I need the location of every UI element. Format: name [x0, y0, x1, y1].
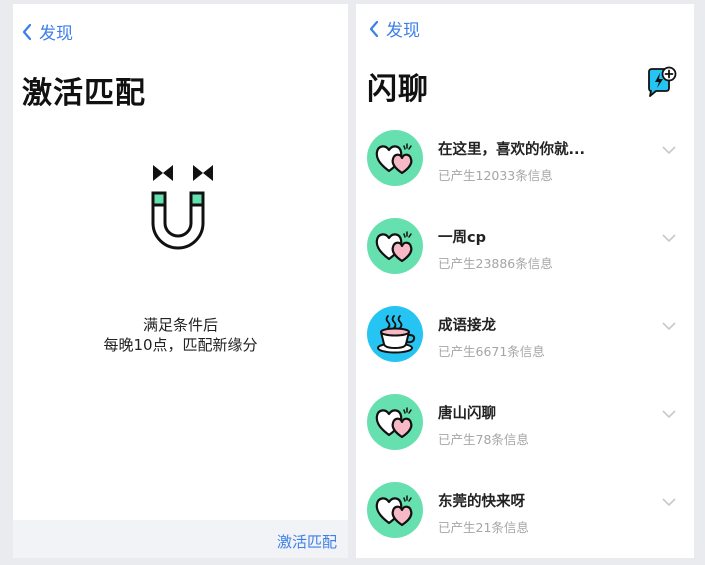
- back-button[interactable]: 发现: [22, 19, 73, 44]
- list-item[interactable]: 唐山闪聊 已产生78条信息: [356, 390, 694, 478]
- tea-cup-icon: [377, 315, 416, 354]
- item-title: 一周cp: [438, 230, 486, 246]
- chevron-down-icon[interactable]: [662, 145, 676, 155]
- back-button[interactable]: 发现: [369, 16, 420, 41]
- item-message-count: 已产生21条信息: [438, 520, 529, 535]
- list-item[interactable]: 成语接龙 已产生6671条信息: [356, 302, 694, 390]
- item-title: 在这里，喜欢的你就...: [438, 142, 586, 158]
- magnet-icon: [151, 165, 213, 250]
- hearts-icon: [375, 495, 413, 527]
- item-message-count: 已产生12033条信息: [438, 168, 553, 183]
- page-title: 闪聊: [367, 72, 429, 107]
- item-message-count: 已产生23886条信息: [438, 256, 553, 271]
- new-flash-chat-icon[interactable]: [645, 66, 677, 98]
- back-label: 发现: [39, 24, 73, 44]
- bottom-bar: 激活匹配: [13, 520, 348, 558]
- activate-match-button[interactable]: 激活匹配: [277, 531, 337, 552]
- item-message-count: 已产生6671条信息: [438, 344, 545, 359]
- list-item[interactable]: 一周cp 已产生23886条信息: [356, 214, 694, 302]
- list-item[interactable]: 东莞的快来呀 已产生21条信息: [356, 478, 694, 558]
- chevron-left-icon: [22, 23, 32, 40]
- hint-line-2: 每晚10点，匹配新缘分: [103, 336, 258, 354]
- chevron-left-icon: [369, 20, 379, 37]
- hearts-icon: [375, 143, 413, 175]
- chat-room-list: 在这里，喜欢的你就... 已产生12033条信息 一周cp 已产生23886条信…: [356, 126, 694, 558]
- chevron-down-icon[interactable]: [662, 409, 676, 419]
- avatar: [367, 218, 423, 274]
- hint-line-1: 满足条件后: [142, 316, 218, 334]
- chevron-down-icon[interactable]: [662, 321, 676, 331]
- item-title: 东莞的快来呀: [438, 494, 525, 510]
- flash-chat-screen: 发现 闪聊 在这里，喜欢的你就... 已产生12033条信息 一周cp 已产生2…: [356, 4, 694, 558]
- back-label: 发现: [386, 21, 420, 41]
- avatar: [367, 482, 423, 538]
- hearts-icon: [375, 407, 413, 439]
- hearts-icon: [375, 231, 413, 263]
- match-activation-screen: 发现 激活匹配 满足条件后 每晚10点，匹配新缘分 激活匹配: [13, 4, 348, 558]
- avatar: [367, 394, 423, 450]
- match-hint: 满足条件后 每晚10点，匹配新缘分: [13, 315, 348, 355]
- list-item[interactable]: 在这里，喜欢的你就... 已产生12033条信息: [356, 126, 694, 214]
- page-title: 激活匹配: [22, 76, 146, 111]
- item-title: 唐山闪聊: [438, 406, 496, 422]
- chevron-down-icon[interactable]: [662, 233, 676, 243]
- avatar: [367, 306, 423, 362]
- avatar: [367, 130, 423, 186]
- chevron-down-icon[interactable]: [662, 497, 676, 507]
- item-title: 成语接龙: [438, 318, 496, 334]
- item-message-count: 已产生78条信息: [438, 432, 529, 447]
